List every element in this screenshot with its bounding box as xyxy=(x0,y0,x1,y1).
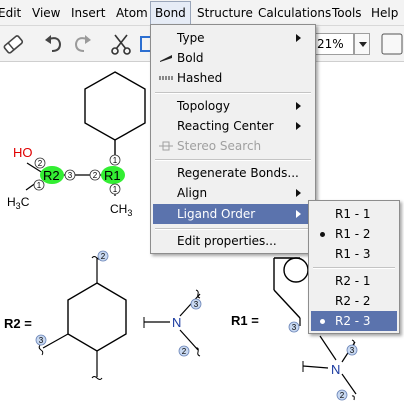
menu-item-hashed[interactable]: Hashed xyxy=(153,68,313,88)
svg-text:3: 3 xyxy=(350,346,355,355)
menu-item-type[interactable]: Type xyxy=(153,28,313,48)
r2-nitrogen: N xyxy=(172,315,181,330)
menu-item-stereo-search: Stereo Search xyxy=(153,136,313,156)
eraser-icon[interactable] xyxy=(0,31,26,57)
cyclohexane-ring xyxy=(84,71,146,141)
ligand-order-submenu: R1 - 1 R1 - 2 R1 - 3 R2 - 1 R2 - 2 R2 - … xyxy=(308,200,400,334)
submenu-arrow-icon xyxy=(296,210,301,218)
redo-icon[interactable] xyxy=(70,31,96,57)
menu-insert[interactable]: Insert xyxy=(71,5,105,21)
ligand-item-r2-3[interactable]: R2 - 3 xyxy=(311,311,397,331)
stereo-search-icon xyxy=(159,141,173,151)
menu-separator xyxy=(155,228,311,230)
menu-bond[interactable]: Bond xyxy=(150,1,191,25)
svg-text:1: 1 xyxy=(113,185,118,194)
svg-text:2: 2 xyxy=(93,171,98,180)
ligand-item-r1-3[interactable]: R1 - 3 xyxy=(311,244,397,264)
menu-help[interactable]: Help xyxy=(371,5,398,21)
bond-menu: Type Bold Hashed Topology Reacting Cente… xyxy=(150,24,316,254)
svg-text:2: 2 xyxy=(38,159,43,168)
svg-text:3: 3 xyxy=(194,300,199,309)
checked-dot-icon xyxy=(320,319,325,324)
ligand-item-r1-1[interactable]: R1 - 1 xyxy=(311,204,397,224)
menu-separator xyxy=(313,267,395,269)
ligand-item-r2-1[interactable]: R2 - 1 xyxy=(311,271,397,291)
atom-r1: R1 xyxy=(104,168,121,183)
menu-item-topology[interactable]: Topology xyxy=(153,96,313,116)
svg-text:3: 3 xyxy=(39,336,44,345)
r1-aromatic-ring xyxy=(283,257,309,283)
svg-text:1: 1 xyxy=(113,156,118,165)
menu-calculations[interactable]: Calculations xyxy=(258,5,331,21)
zoom-input[interactable]: 21% xyxy=(314,33,354,55)
submenu-arrow-icon xyxy=(296,34,301,42)
hashed-bond-icon xyxy=(159,76,173,80)
svg-text:2: 2 xyxy=(340,391,345,400)
partial-icon[interactable] xyxy=(140,36,150,52)
checked-dot-icon xyxy=(320,232,325,237)
menu-structure[interactable]: Structure xyxy=(197,5,253,21)
menu-item-bold[interactable]: Bold xyxy=(153,48,313,68)
menu-tools[interactable]: Tools xyxy=(332,5,362,21)
svg-text:3: 3 xyxy=(68,171,73,180)
ligand-item-r1-2[interactable]: R1 - 2 xyxy=(311,224,397,244)
atom-r2: R2 xyxy=(43,168,60,183)
ligand-item-r2-2[interactable]: R2 - 2 xyxy=(311,291,397,311)
menu-item-reacting-center[interactable]: Reacting Center xyxy=(153,116,313,136)
menu-view[interactable]: View xyxy=(32,5,60,21)
zoom-dropdown-button[interactable] xyxy=(354,33,370,55)
menu-item-edit-properties[interactable]: Edit properties... xyxy=(153,231,313,251)
r2-definition-label: R2 = xyxy=(4,316,32,331)
menu-item-regenerate-bonds[interactable]: Regenerate Bonds... xyxy=(153,163,313,183)
menu-bar: Edit View Insert Atom Bond Structure Cal… xyxy=(0,0,404,26)
atom-h3c: H3C xyxy=(7,195,30,211)
submenu-arrow-icon xyxy=(296,122,301,130)
submenu-arrow-icon xyxy=(296,189,301,197)
menu-edit[interactable]: Edit xyxy=(0,5,21,21)
toolbar-overflow-icon[interactable] xyxy=(380,31,404,57)
svg-text:2: 2 xyxy=(101,252,106,261)
menu-item-ligand-order[interactable]: Ligand Order xyxy=(153,204,313,224)
bold-bond-icon xyxy=(160,55,172,62)
atom-ch3: CH3 xyxy=(110,202,132,218)
menu-separator xyxy=(155,92,311,94)
undo-icon[interactable] xyxy=(40,31,66,57)
svg-text:3: 3 xyxy=(292,323,297,332)
r1-definition-label: R1 = xyxy=(231,313,259,328)
submenu-arrow-icon xyxy=(296,102,301,110)
menu-atom[interactable]: Atom xyxy=(116,5,148,21)
menu-separator xyxy=(155,159,311,161)
atom-ho: HO xyxy=(13,145,33,160)
svg-text:2: 2 xyxy=(182,347,187,356)
r2-ring xyxy=(67,282,127,352)
r1-nitrogen: N xyxy=(331,362,340,377)
cut-icon[interactable] xyxy=(108,31,134,57)
svg-text:1: 1 xyxy=(37,181,42,190)
menu-item-align[interactable]: Align xyxy=(153,183,313,203)
